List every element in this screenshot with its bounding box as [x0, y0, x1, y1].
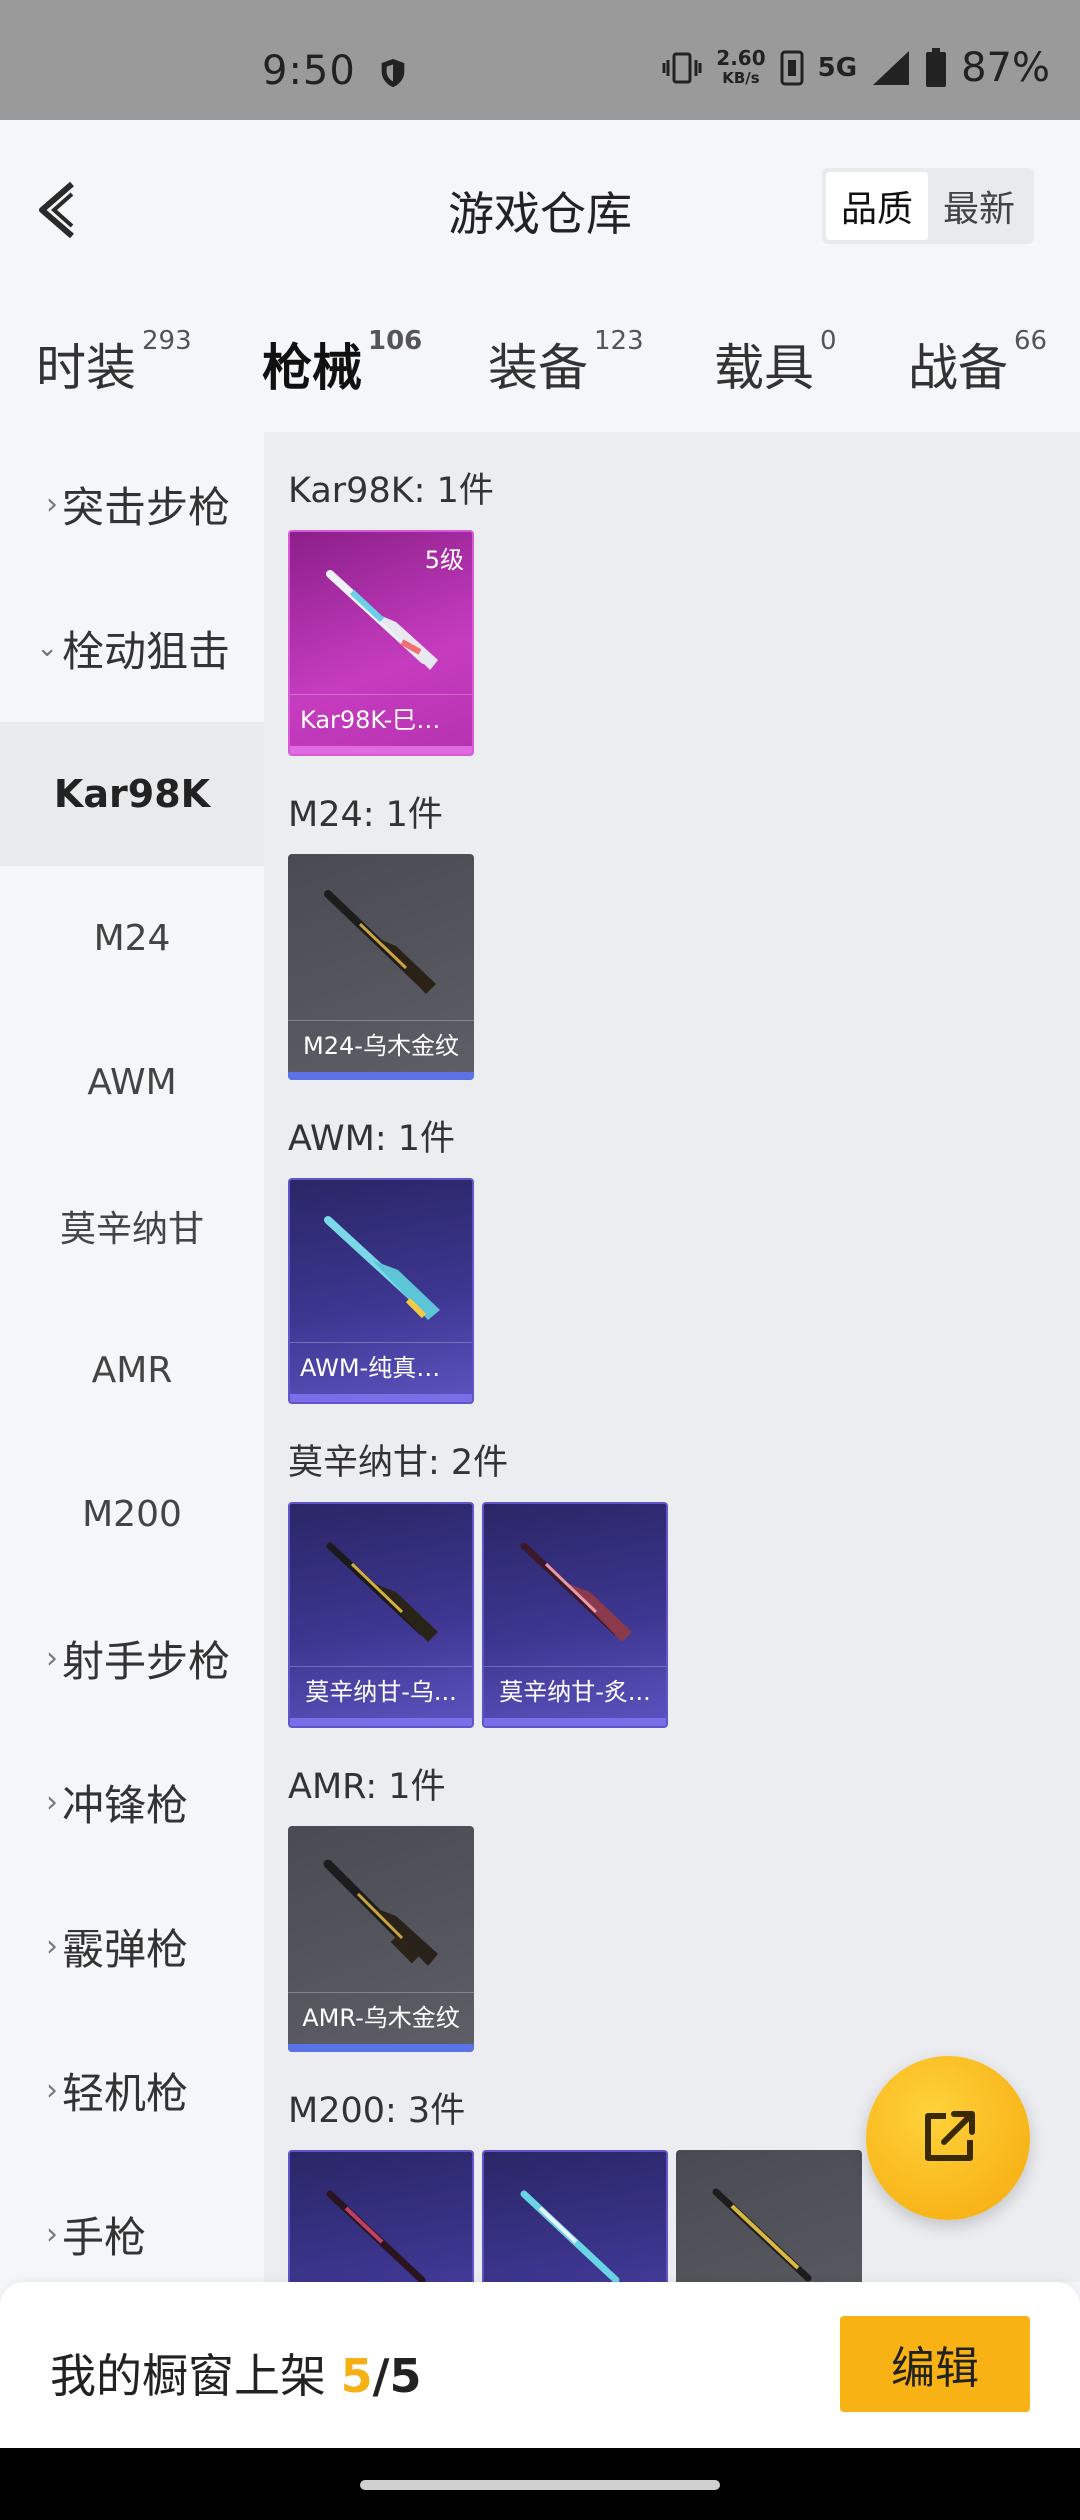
rifle-icon [323, 1859, 438, 1966]
sidebar-item-bolt-sniper[interactable]: ⌄ 栓动狙击 [0, 576, 264, 720]
sidebar-item-smg[interactable]: › 冲锋枪 [0, 1730, 264, 1874]
header: 游戏仓库 品质 最新 [0, 120, 1080, 290]
item-name: AWM-纯真浪花 [290, 1342, 472, 1392]
shield-icon [381, 58, 405, 88]
system-nav-bar [0, 2448, 1080, 2520]
group-title-kar98k: Kar98K: 1件 [288, 471, 494, 511]
item-card[interactable]: AWM-纯真浪花 [288, 1178, 474, 1404]
chevron-right-icon: › [46, 486, 58, 522]
category-tabs: 时装 293 枪械 106 装备 123 载具 0 战备 66 [0, 290, 1080, 444]
sidebar-item-lmg[interactable]: › 轻机枪 [0, 2018, 264, 2162]
tab-vehicles[interactable]: 载具 0 [714, 326, 837, 400]
group-title-awm: AWM: 1件 [288, 1119, 456, 1159]
status-bar: 9:50 2.60 KB/s 5G 87% [0, 0, 1080, 120]
rarity-bar [290, 1718, 472, 1726]
item-card[interactable] [676, 2150, 862, 2282]
signal-icon [873, 51, 910, 85]
item-card[interactable] [288, 2150, 474, 2282]
rarity-bar [290, 1394, 472, 1402]
shelf-status: 我的橱窗上架 5/5 [50, 2349, 422, 2403]
item-card[interactable]: 莫辛纳甘-乌... [288, 1502, 474, 1728]
chevron-right-icon: › [46, 1928, 58, 1964]
rifle-icon [324, 1216, 440, 1320]
home-handle[interactable] [360, 2480, 720, 2490]
chevron-right-icon: › [46, 2216, 58, 2252]
item-name: 莫辛纳甘-乌... [290, 1666, 472, 1716]
sidebar-item-kar98k[interactable]: Kar98K [0, 722, 264, 866]
item-card[interactable]: 莫辛纳甘-炙... [482, 1502, 668, 1728]
tab-supplies[interactable]: 战备 66 [908, 326, 1047, 400]
rifle-icon [520, 1542, 632, 1642]
item-name: 莫辛纳甘-炙... [484, 1666, 666, 1716]
sidebar-item-m24[interactable]: M24 [0, 866, 264, 1010]
battery-percent: 87% [961, 45, 1050, 91]
sort-quality-button[interactable]: 品质 [826, 172, 928, 240]
net-speed: 2.60 KB/s [716, 46, 766, 87]
share-external-icon [925, 2111, 975, 2161]
sort-toggle: 品质 最新 [822, 168, 1034, 244]
item-grid: Kar98K: 1件 5级 Kar98K-巳巳... M24: 1件 M24-乌… [264, 432, 1080, 2282]
status-time: 9:50 [262, 48, 356, 94]
chevron-down-icon: ⌄ [36, 633, 58, 663]
chevron-right-icon: › [46, 2072, 58, 2108]
sidebar-item-mosin[interactable]: 莫辛纳甘 [0, 1154, 264, 1298]
chevron-right-icon: › [46, 1640, 58, 1676]
share-button[interactable] [866, 2056, 1030, 2220]
battery-icon [926, 48, 947, 87]
sidebar-item-m200[interactable]: M200 [0, 1442, 264, 1586]
group-title-mosin: 莫辛纳甘: 2件 [288, 1443, 509, 1483]
vibrate-icon [662, 52, 702, 84]
rifle-icon [520, 2190, 620, 2282]
bottom-bar: 我的橱窗上架 5/5 编辑 [0, 2282, 1080, 2448]
sim-icon [780, 50, 804, 86]
sidebar: › 突击步枪 ⌄ 栓动狙击 Kar98K M24 AWM 莫辛纳甘 AMR M200… [0, 432, 264, 2282]
chevron-right-icon: › [46, 1784, 58, 1820]
item-card[interactable]: M24-乌木金纹 [288, 854, 474, 1080]
rarity-bar [484, 1718, 666, 1726]
rifle-icon [326, 1542, 438, 1642]
sort-newest-button[interactable]: 最新 [928, 172, 1030, 240]
item-card[interactable]: 5级 Kar98K-巳巳... [288, 530, 474, 756]
item-card[interactable] [482, 2150, 668, 2282]
group-title-m200: M200: 3件 [288, 2091, 466, 2131]
item-name: AMR-乌木金纹 [288, 1992, 474, 2042]
rarity-bar [288, 1072, 474, 1080]
rarity-bar [290, 746, 472, 754]
sidebar-item-amr[interactable]: AMR [0, 1298, 264, 1442]
group-title-amr: AMR: 1件 [288, 1767, 446, 1807]
tab-fashion[interactable]: 时装 293 [36, 326, 192, 400]
sidebar-item-marksman-rifle[interactable]: › 射手步枪 [0, 1586, 264, 1730]
rarity-bar [288, 2044, 474, 2052]
sidebar-item-awm[interactable]: AWM [0, 1010, 264, 1154]
tab-equipment[interactable]: 装备 123 [488, 326, 644, 400]
sidebar-item-shotgun[interactable]: › 霰弹枪 [0, 1874, 264, 2018]
rifle-icon [712, 2188, 812, 2282]
item-card[interactable]: AMR-乌木金纹 [288, 1826, 474, 2052]
group-title-m24: M24: 1件 [288, 795, 443, 835]
rifle-icon [326, 570, 438, 670]
tab-guns[interactable]: 枪械 106 [262, 326, 422, 444]
sidebar-item-assault-rifle[interactable]: › 突击步枪 [0, 432, 264, 576]
rifle-icon [326, 2190, 426, 2282]
edit-button[interactable]: 编辑 [840, 2316, 1030, 2412]
item-name: Kar98K-巳巳... [290, 694, 472, 744]
item-name: M24-乌木金纹 [288, 1020, 474, 1070]
rifle-icon [324, 890, 436, 994]
network-type: 5G [817, 53, 858, 83]
